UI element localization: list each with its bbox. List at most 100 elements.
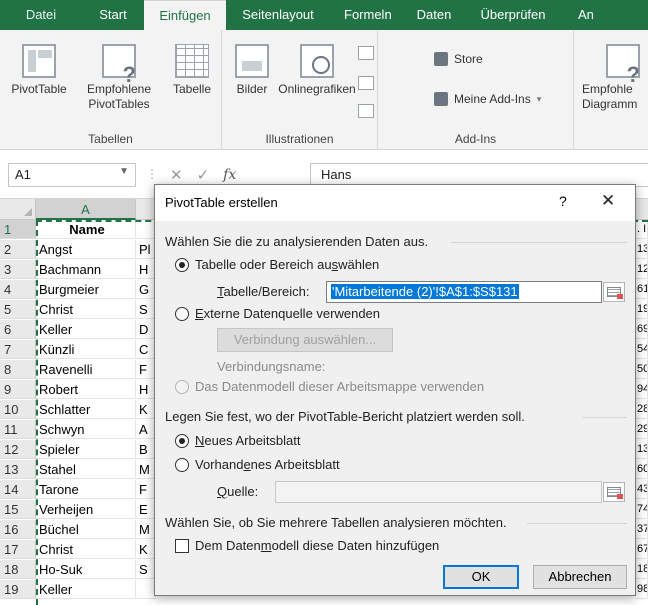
select-all-corner[interactable] [0,199,36,220]
row-header[interactable]: 13 [0,460,36,479]
cell-b[interactable]: M [136,460,156,479]
row-header[interactable]: 5 [0,300,36,319]
cell-right[interactable]: 60 [636,460,648,479]
cell-a[interactable]: Burgmeier [36,280,136,299]
label-external-source[interactable]: Externe Datenquelle verwenden [195,306,380,321]
close-icon[interactable]: ✕ [601,191,615,211]
cell-a[interactable]: Keller [36,320,136,339]
help-icon[interactable]: ? [559,193,567,209]
row-header[interactable]: 6 [0,320,36,339]
label-table-range[interactable]: Tabelle oder Bereich auswählen [195,257,379,272]
cell-b[interactable]: F [136,480,156,499]
cell-b[interactable]: S [136,560,156,579]
ok-button[interactable]: OK [443,565,519,589]
cell-b[interactable]: H [136,260,156,279]
row-header[interactable]: 15 [0,500,36,519]
store-button[interactable]: Store [434,52,483,66]
cell-right[interactable]: 19 [636,300,648,319]
label-data-model[interactable]: Das Datenmodell dieser Arbeitsmappe verw… [195,379,484,394]
insert-function-icon[interactable]: fx [223,167,236,183]
meine-addins-button[interactable]: Meine Add-Ins ▾ [434,92,541,106]
label-existing-sheet[interactable]: Vorhandenes Arbeitsblatt [195,457,340,472]
row-header[interactable]: 1 [0,220,36,239]
recommended-pivottables-button[interactable]: Empfohlene PivotTables [70,44,168,112]
cell-b[interactable] [136,580,156,599]
radio-external-source[interactable] [175,307,189,321]
name-box[interactable]: A1 ▼ [8,163,136,187]
cell-right[interactable]: 28 [636,400,648,419]
radio-existing-sheet[interactable] [175,458,189,472]
cell-a[interactable]: Christ [36,540,136,559]
tab-datei[interactable]: Datei [0,0,82,30]
row-header[interactable]: 11 [0,420,36,439]
tab-start[interactable]: Start [82,0,144,30]
row-header[interactable]: 9 [0,380,36,399]
table-range-input[interactable]: 'Mitarbeitende (2)'!$A$1:$S$131 [326,281,602,303]
choose-connection-button[interactable]: Verbindung auswählen... [217,328,393,352]
row-header[interactable]: 3 [0,260,36,279]
tab-ueberpruefen[interactable]: Überprüfen [466,0,560,30]
row-header[interactable]: 19 [0,580,36,599]
tabelle-button[interactable]: Tabelle [166,44,218,97]
cell-a[interactable]: Robert [36,380,136,399]
cell-right[interactable]: 74 [636,500,648,519]
cell-a[interactable]: Christ [36,300,136,319]
cell-b[interactable]: A [136,420,156,439]
cell-a[interactable]: Verheijen [36,500,136,519]
name-box-chevron-icon[interactable]: ▼ [119,166,129,177]
cell-b[interactable]: Pl [136,240,156,259]
cell-a[interactable]: Angst [36,240,136,259]
cell-right[interactable]: . I [636,220,648,239]
cell-a[interactable]: Künzli [36,340,136,359]
cell-b[interactable]: B [136,440,156,459]
cell-a[interactable]: Spieler [36,440,136,459]
cell-b[interactable]: K [136,400,156,419]
cell-b[interactable] [136,220,156,239]
collapse-dialog-button[interactable] [603,282,625,302]
tab-seitenlayout[interactable]: Seitenlayout [226,0,330,30]
source-input[interactable] [275,481,602,503]
column-header-a[interactable]: A [36,199,136,220]
row-header[interactable]: 4 [0,280,36,299]
cell-b[interactable]: K [136,540,156,559]
row-header[interactable]: 12 [0,440,36,459]
cell-right[interactable]: 69 [636,320,648,339]
formula-bar-splitter-icon[interactable]: ⋮ [146,167,158,181]
column-header-right[interactable] [636,199,648,220]
cell-right[interactable]: 94 [636,380,648,399]
cell-a[interactable]: Schlatter [36,400,136,419]
cell-b[interactable]: G [136,280,156,299]
cell-a[interactable]: Ravenelli [36,360,136,379]
onlinegrafiken-button[interactable]: Onlinegrafiken [276,44,358,97]
row-header[interactable]: 18 [0,560,36,579]
cell-a[interactable]: Tarone [36,480,136,499]
cell-a[interactable]: Stahel [36,460,136,479]
cancel-button[interactable]: Abbrechen [533,565,627,589]
cell-right[interactable]: 18 [636,560,648,579]
row-header[interactable]: 8 [0,360,36,379]
radio-data-model[interactable] [175,380,189,394]
cell-b[interactable]: H [136,380,156,399]
tab-einfuegen[interactable]: Einfügen [144,0,226,30]
cell-b[interactable]: D [136,320,156,339]
cell-right[interactable]: 54 [636,340,648,359]
cell-a[interactable]: Ho-Suk [36,560,136,579]
shapes-icon[interactable] [358,46,374,60]
cell-right[interactable]: 50 [636,360,648,379]
cell-right[interactable]: 43 [636,480,648,499]
bilder-button[interactable]: Bilder [230,44,274,97]
cell-b[interactable]: M [136,520,156,539]
checkbox-add-to-data-model[interactable] [175,539,189,553]
radio-table-range[interactable] [175,258,189,272]
tab-formeln[interactable]: Formeln [330,0,402,30]
radio-new-sheet[interactable] [175,434,189,448]
label-add-to-data-model[interactable]: Dem Datenmodell diese Daten hinzufügen [195,538,439,553]
column-header-b[interactable] [136,199,156,220]
cell-a[interactable]: Bachmann [36,260,136,279]
screenshot-icon[interactable] [358,104,374,118]
cell-a[interactable]: Name [36,220,136,239]
cell-right[interactable]: 67 [636,540,648,559]
cell-a[interactable]: Schwyn [36,420,136,439]
label-new-sheet[interactable]: Neues Arbeitsblatt [195,433,301,448]
cell-b[interactable]: E [136,500,156,519]
